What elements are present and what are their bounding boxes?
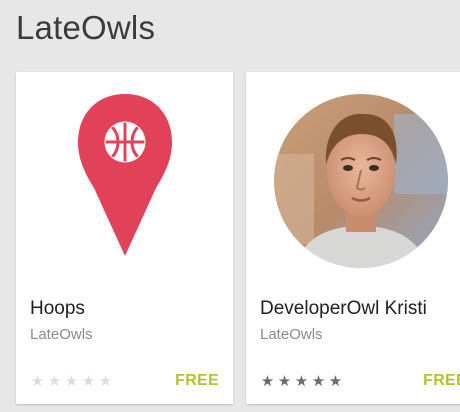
star-icon: ★ [30, 373, 45, 390]
app-developer: LateOwls [30, 326, 93, 343]
star-icon: ★ [311, 373, 326, 390]
star-icon: ★ [277, 373, 292, 390]
star-icon: ★ [81, 373, 96, 390]
app-card-hoops[interactable]: Hoops LateOwls ★ ★ ★ ★ ★ FREE [16, 72, 233, 404]
price-label: FREE [423, 372, 460, 389]
star-icon: ★ [294, 373, 309, 390]
star-icon: ★ [98, 373, 113, 390]
app-developer: LateOwls [260, 326, 323, 343]
rating-stars: ★ ★ ★ ★ ★ [30, 374, 113, 389]
app-title: Hoops [30, 298, 85, 319]
app-icon-area [246, 72, 460, 282]
developer-title: LateOwls [16, 9, 156, 46]
star-icon: ★ [47, 373, 62, 390]
app-card-developerowl[interactable]: DeveloperOwl Kristi LateOwls ★ ★ ★ ★ ★ F… [246, 72, 460, 404]
app-card-list: Hoops LateOwls ★ ★ ★ ★ ★ FREE DeveloperO… [16, 72, 460, 404]
app-icon-area [16, 72, 233, 282]
app-title: DeveloperOwl Kristi [260, 298, 427, 319]
developer-page: LateOwls Hoops LateOwls ★ ★ ★ ★ ★ FREE D… [0, 0, 460, 412]
rating-stars: ★ ★ ★ ★ ★ [260, 374, 343, 389]
developer-portrait-avatar [274, 94, 448, 268]
title-fade [436, 292, 460, 328]
star-icon: ★ [328, 373, 343, 390]
price-label: FREE [175, 372, 219, 389]
star-icon: ★ [260, 373, 275, 390]
star-icon: ★ [64, 373, 79, 390]
basketball-map-pin-icon [77, 94, 172, 256]
